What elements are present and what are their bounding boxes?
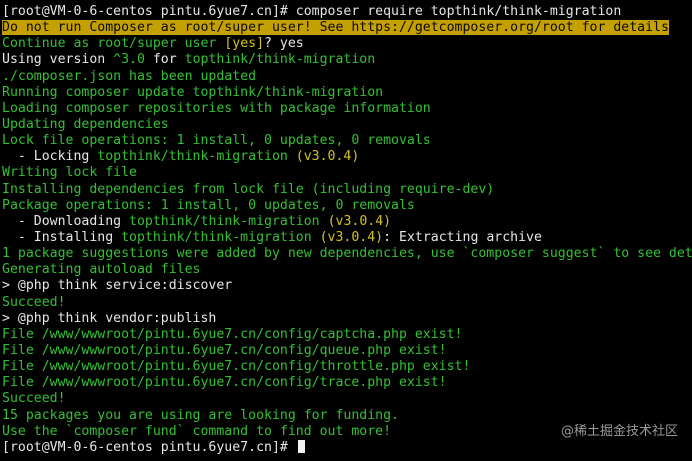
typed-command: composer require topthink/think-migratio… [295,4,622,19]
confirm-line: Continue as root/super user [yes]? yes [2,36,692,52]
suggestions-line: 1 package suggestions were added by new … [2,246,692,262]
file-exist-line: File /www/wwwroot/pintu.6yue7.cn/config/… [2,375,447,391]
package-name: topthink/think-migration [129,213,320,229]
package-name: topthink/think-migration [121,229,312,245]
command-line: [root@VM-0-6-centos pintu.6yue7.cn]# com… [2,4,692,20]
root-warning-line: Do not run Composer as root/super user! … [2,20,692,36]
input-prompt-line[interactable]: [root@VM-0-6-centos pintu.6yue7.cn]# [2,439,692,456]
installing-line: - Installing topthink/think-migration (v… [2,230,692,246]
version-for: for [144,52,185,68]
installing-prefix: - Installing [2,229,122,245]
json-updated-line: ./composer.json has been updated [2,68,257,84]
package-name: topthink/think-migration [97,149,288,165]
locking-line: - Locking topthink/think-migration (v3.0… [2,149,692,165]
writing-lock-line: Writing lock file [2,165,137,181]
updating-deps-line: Updating dependencies [2,116,169,132]
watermark: @稀土掘金技术社区 [560,424,678,439]
shell-prompt: [root@VM-0-6-centos pintu.6yue7.cn]# [2,4,296,19]
confirm-answer: ? yes [264,36,304,52]
file-exist-line: File /www/wwwroot/pintu.6yue7.cn/config/… [2,359,471,375]
locking-prefix: - Locking [2,149,98,165]
file-exist-line: File /www/wwwroot/pintu.6yue7.cn/config/… [2,326,463,342]
running-update-line: Running composer update topthink/think-m… [2,84,384,100]
succeed-line: Succeed! [2,294,66,310]
extracting-text: : Extracting archive [383,229,542,245]
succeed-line: Succeed! [2,391,66,407]
version-prefix: Using version [2,52,114,68]
loading-repos-line: Loading composer repositories with packa… [2,100,431,116]
root-warning: Do not run Composer as root/super user! … [2,20,669,36]
discover-command-line: > @php think service:discover [2,278,233,294]
version-line: Using version ^3.0 for topthink/think-mi… [2,52,692,68]
lock-ops-line: Lock file operations: 1 install, 0 updat… [2,133,431,149]
confirm-text: Continue as root/super user [2,36,225,52]
publish-command-line: > @php think vendor:publish [2,310,217,326]
file-exist-line: File /www/wwwroot/pintu.6yue7.cn/config/… [2,342,447,358]
generating-autoload-line: Generating autoload files [2,262,201,278]
version-value: ^3.0 [113,52,145,68]
terminal-window[interactable]: [root@VM-0-6-centos pintu.6yue7.cn]# com… [0,0,692,461]
package-version: (v3.0.4) [327,213,392,229]
package-version: (v3.0.4) [319,229,384,245]
package-name: topthink/think-migration [184,52,376,68]
downloading-prefix: - Downloading [2,213,130,229]
downloading-line: - Downloading topthink/think-migration (… [2,214,692,230]
installing-deps-line: Installing dependencies from lock file (… [2,181,495,197]
shell-prompt: [root@VM-0-6-centos pintu.6yue7.cn]# [2,439,296,455]
confirm-default: [yes] [224,36,265,52]
pkg-ops-line: Package operations: 1 install, 0 updates… [2,197,415,213]
package-version: (v3.0.4) [295,149,360,165]
cursor[interactable] [297,439,305,453]
